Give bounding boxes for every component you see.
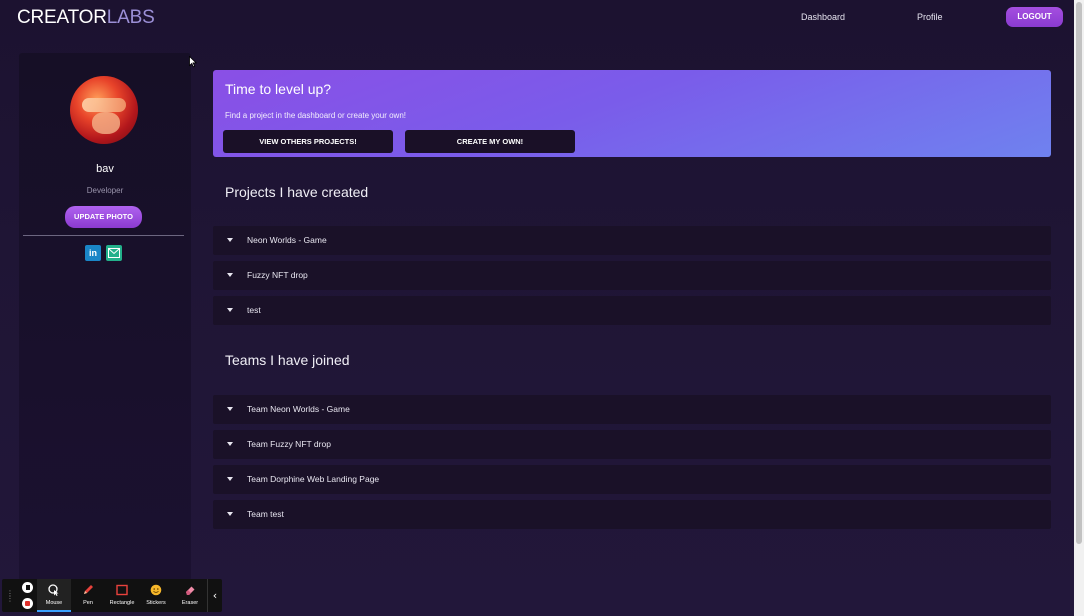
team-item[interactable]: Team test xyxy=(213,500,1051,529)
tool-eraser-label: Eraser xyxy=(181,600,199,606)
user-role: Developer xyxy=(86,186,124,195)
tool-pen-button[interactable]: Pen xyxy=(71,579,105,612)
caret-down-icon xyxy=(227,308,233,312)
linkedin-icon[interactable]: in xyxy=(85,245,101,261)
team-item-label: Team Fuzzy NFT drop xyxy=(247,439,331,449)
teams-section-title: Teams I have joined xyxy=(225,352,350,368)
avatar-visor xyxy=(82,98,126,112)
sidebar-divider xyxy=(23,235,184,236)
logo-labs: LABS xyxy=(106,7,155,28)
project-item[interactable]: Fuzzy NFT drop xyxy=(213,261,1051,290)
project-item-label: test xyxy=(247,305,261,315)
tool-mouse-label: Mouse xyxy=(45,600,63,606)
tool-rectangle-button[interactable]: Rectangle xyxy=(105,579,139,612)
project-item[interactable]: test xyxy=(213,296,1051,325)
create-my-own-button[interactable]: CREATE MY OWN! xyxy=(405,130,575,153)
team-item[interactable]: Team Neon Worlds - Game xyxy=(213,395,1051,424)
tool-pen-label: Pen xyxy=(83,600,93,606)
avatar-face xyxy=(92,112,120,134)
pause-icon[interactable] xyxy=(22,582,33,593)
logo-creator: CREATOR xyxy=(17,7,107,28)
team-item-label: Team Neon Worlds - Game xyxy=(247,404,350,414)
tool-stickers-button[interactable]: Stickers xyxy=(139,579,173,612)
team-item-label: Team Dorphine Web Landing Page xyxy=(247,474,380,484)
annotation-toolbar: ⋮ ⋮ Mouse Pen Rectangle Stickers Eraser … xyxy=(2,579,222,612)
mail-icon[interactable] xyxy=(106,245,122,261)
project-item[interactable]: Neon Worlds - Game xyxy=(213,226,1051,255)
drag-handle-icon[interactable]: ⋮ ⋮ xyxy=(6,590,14,603)
page-scrollbar[interactable] xyxy=(1074,0,1084,616)
sticker-icon xyxy=(150,584,162,596)
scrollbar-thumb[interactable] xyxy=(1076,2,1082,544)
eraser-icon xyxy=(186,586,195,595)
view-others-projects-button[interactable]: VIEW OTHERS PROJECTS! xyxy=(223,130,393,153)
page: CREATORLABS Dashboard Profile LOGOUT bav… xyxy=(0,0,1074,616)
caret-down-icon xyxy=(227,442,233,446)
avatar xyxy=(70,76,138,144)
tool-eraser-button[interactable]: Eraser xyxy=(173,579,207,612)
projects-section-title: Projects I have created xyxy=(225,184,369,200)
username: bav xyxy=(96,163,114,175)
caret-down-icon xyxy=(227,273,233,277)
logo[interactable]: CREATORLABS xyxy=(17,7,155,29)
team-item[interactable]: Team Dorphine Web Landing Page xyxy=(213,465,1051,494)
banner-subtitle: Find a project in the dashboard or creat… xyxy=(225,111,406,120)
team-item[interactable]: Team Fuzzy NFT drop xyxy=(213,430,1051,459)
mouse-pointer-icon xyxy=(48,584,59,596)
project-item-label: Fuzzy NFT drop xyxy=(247,270,308,280)
stop-record-icon[interactable] xyxy=(22,598,33,609)
tool-rectangle-label: Rectangle xyxy=(109,600,135,606)
collapse-toolbar-chevron-icon[interactable]: ‹ xyxy=(207,579,222,612)
banner-title: Time to level up? xyxy=(225,81,332,97)
caret-down-icon xyxy=(227,238,233,242)
project-item-label: Neon Worlds - Game xyxy=(247,235,327,245)
nav-profile-link[interactable]: Profile xyxy=(917,12,943,22)
caret-down-icon xyxy=(227,512,233,516)
update-photo-button[interactable]: UPDATE PHOTO xyxy=(65,206,142,228)
logout-button[interactable]: LOGOUT xyxy=(1006,7,1063,27)
team-item-label: Team test xyxy=(247,509,284,519)
tool-mouse-button[interactable]: Mouse xyxy=(37,579,71,612)
rectangle-icon xyxy=(116,584,128,596)
navbar: CREATORLABS Dashboard Profile LOGOUT xyxy=(0,0,1074,36)
pen-icon xyxy=(84,585,93,594)
mouse-cursor-icon xyxy=(189,56,197,68)
level-up-banner: Time to level up? Find a project in the … xyxy=(213,70,1051,157)
nav-dashboard-link[interactable]: Dashboard xyxy=(801,12,845,22)
caret-down-icon xyxy=(227,407,233,411)
tool-stickers-label: Stickers xyxy=(146,600,166,606)
caret-down-icon xyxy=(227,477,233,481)
mail-glyph-icon xyxy=(108,248,120,258)
profile-sidebar: bav Developer UPDATE PHOTO in xyxy=(19,53,191,581)
